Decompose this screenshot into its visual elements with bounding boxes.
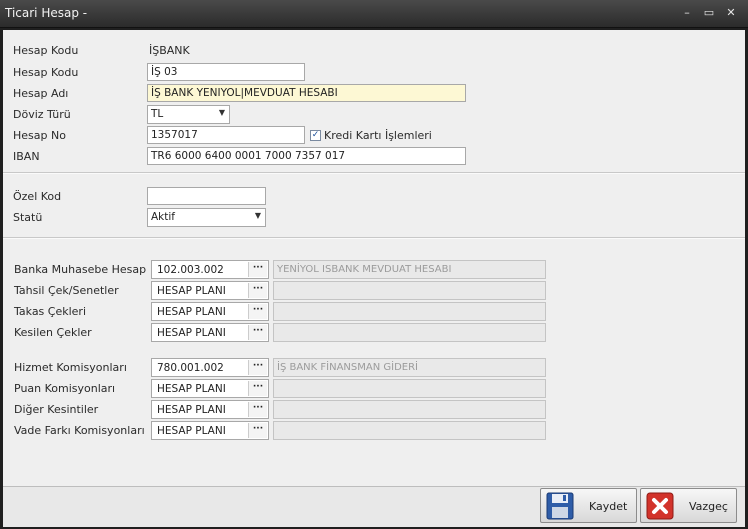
ellipsis-icon[interactable]: ···: [248, 402, 267, 417]
account-description: [273, 379, 546, 398]
doviz-turu-label: Döviz Türü: [13, 108, 71, 121]
statu-value: Aktif: [151, 211, 175, 223]
account-code: HESAP PLANI: [157, 425, 226, 437]
hesap-kodu-input[interactable]: İŞ 03: [147, 63, 305, 81]
account-lookup[interactable]: 102.003.002 ···: [151, 260, 269, 279]
account-label: Diğer Kesintiler: [14, 403, 99, 416]
account-lookup[interactable]: HESAP PLANI ···: [151, 421, 269, 440]
hesap-kodu-label: Hesap Kodu: [13, 44, 79, 57]
account-label: Kesilen Çekler: [14, 326, 92, 339]
hesap-adi-input[interactable]: İŞ BANK YENIYOL|MEVDUAT HESABI: [147, 84, 466, 102]
account-code: HESAP PLANI: [157, 285, 226, 297]
hesap-adi-label: Hesap Adı: [13, 87, 69, 100]
save-button[interactable]: Kaydet: [540, 488, 637, 523]
hesap-kodu-label-2: Hesap Kodu: [13, 66, 79, 79]
cancel-button-label: Vazgeç: [689, 500, 728, 513]
account-lookup[interactable]: HESAP PLANI ···: [151, 323, 269, 342]
chevron-down-icon: ▼: [218, 108, 225, 117]
statu-label: Statü: [13, 211, 43, 224]
ozel-kod-input[interactable]: [147, 187, 266, 205]
account-code: HESAP PLANI: [157, 404, 226, 416]
chevron-down-icon: ▼: [254, 211, 261, 220]
account-code: HESAP PLANI: [157, 327, 226, 339]
kredi-karti-label: Kredi Kartı İşlemleri: [324, 129, 432, 142]
cancel-x-icon: [646, 492, 674, 520]
ellipsis-icon[interactable]: ···: [248, 283, 267, 298]
cancel-button[interactable]: Vazgeç: [640, 488, 737, 523]
account-label: Vade Farkı Komisyonları: [14, 424, 145, 437]
account-code: HESAP PLANI: [157, 383, 226, 395]
close-icon[interactable]: ✕: [722, 5, 740, 21]
account-code: HESAP PLANI: [157, 306, 226, 318]
save-button-label: Kaydet: [589, 500, 628, 513]
hesap-no-label: Hesap No: [13, 129, 66, 142]
minimize-icon[interactable]: –: [678, 5, 696, 21]
hesap-kodu-static-value: İŞBANK: [149, 44, 190, 57]
account-label: Takas Çekleri: [14, 305, 87, 318]
ellipsis-icon[interactable]: ···: [248, 262, 267, 277]
hesap-no-input[interactable]: 1357017: [147, 126, 305, 144]
account-description: [273, 323, 546, 342]
account-description: [273, 400, 546, 419]
account-description: YENİYOL ISBANK MEVDUAT HESABI: [273, 260, 546, 279]
ellipsis-icon[interactable]: ···: [248, 423, 267, 438]
account-code: 780.001.002: [157, 362, 224, 374]
iban-input[interactable]: TR6 6000 6400 0001 7000 7357 017: [147, 147, 466, 165]
doviz-turu-value: TL: [151, 108, 164, 120]
account-description: İŞ BANK FİNANSMAN GİDERİ: [273, 358, 546, 377]
account-label: Hizmet Komisyonları: [14, 361, 127, 374]
statu-select[interactable]: Aktif ▼: [147, 208, 266, 227]
account-lookup[interactable]: HESAP PLANI ···: [151, 281, 269, 300]
ellipsis-icon[interactable]: ···: [248, 325, 267, 340]
account-lookup[interactable]: HESAP PLANI ···: [151, 302, 269, 321]
ellipsis-icon[interactable]: ···: [248, 360, 267, 375]
account-description: [273, 281, 546, 300]
ellipsis-icon[interactable]: ···: [248, 304, 267, 319]
window-title: Ticari Hesap -: [5, 6, 88, 20]
account-label: Puan Komisyonları: [14, 382, 116, 395]
account-label: Tahsil Çek/Senetler: [14, 284, 119, 297]
account-description: [273, 421, 546, 440]
account-label: Banka Muhasebe Hesap: [14, 263, 147, 276]
ellipsis-icon[interactable]: ···: [248, 381, 267, 396]
account-lookup[interactable]: 780.001.002 ···: [151, 358, 269, 377]
account-lookup[interactable]: HESAP PLANI ···: [151, 379, 269, 398]
account-lookup[interactable]: HESAP PLANI ···: [151, 400, 269, 419]
title-bar: Ticari Hesap - – ▭ ✕: [0, 0, 748, 28]
maximize-icon[interactable]: ▭: [700, 5, 718, 21]
section-divider: [3, 172, 745, 174]
doviz-turu-select[interactable]: TL ▼: [147, 105, 230, 124]
account-code: 102.003.002: [157, 264, 224, 276]
floppy-disk-icon: [546, 492, 574, 520]
form-body: Hesap Kodu İŞBANK Hesap Kodu İŞ 03 Hesap…: [3, 30, 745, 527]
kredi-karti-checkbox[interactable]: ✓: [310, 130, 321, 141]
iban-label: IBAN: [13, 150, 40, 163]
ozel-kod-label: Özel Kod: [13, 190, 62, 203]
section-divider: [3, 237, 745, 239]
account-description: [273, 302, 546, 321]
